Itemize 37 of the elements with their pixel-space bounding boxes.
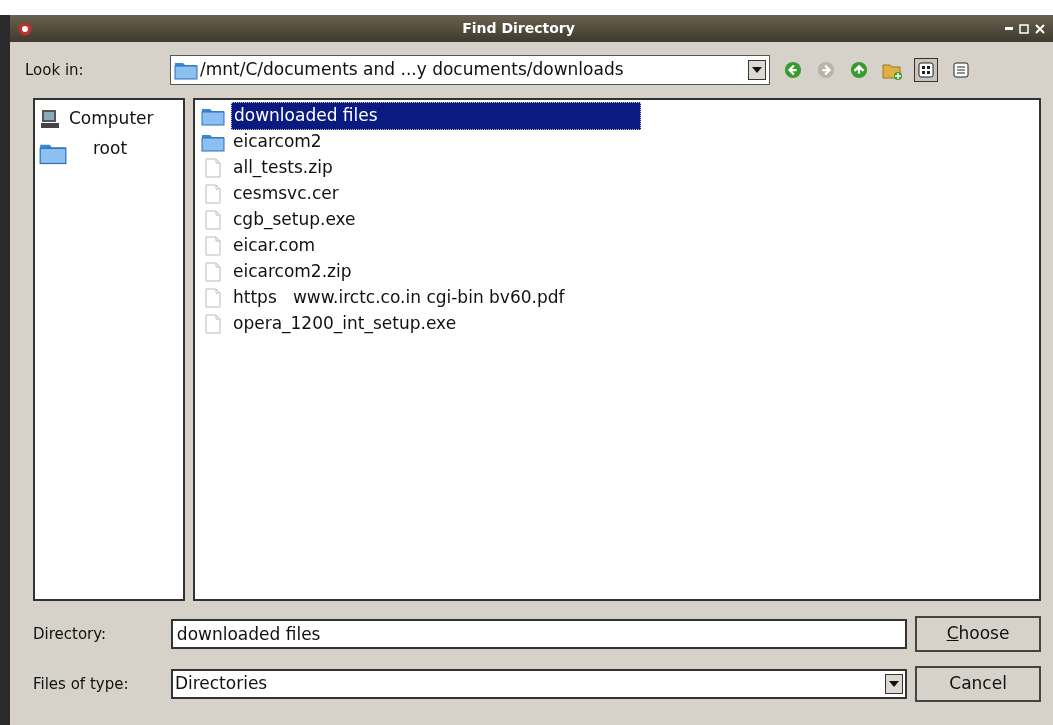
look-in-dropdown[interactable]: /mnt/C/documents and ...y documents/downloads (170, 55, 770, 85)
folder-icon (201, 132, 225, 152)
close-icon[interactable] (1035, 23, 1045, 34)
app-logo-icon (18, 21, 32, 36)
icon-view-button[interactable] (914, 58, 938, 82)
directory-field[interactable]: downloaded files (170, 619, 908, 649)
file-item[interactable]: downloaded files (231, 102, 641, 130)
file-item[interactable]: opera_1200_int_setup.exe (231, 311, 461, 337)
places-item[interactable]: Computer (39, 106, 183, 132)
dialog-button[interactable]: Cancel (915, 666, 1041, 702)
file-icon (205, 158, 221, 178)
file-item[interactable]: eicar.com (231, 233, 320, 259)
files-of-type-label: Files of type: (33, 673, 130, 695)
file-icon (205, 314, 221, 334)
look-in-label: Look in: (25, 59, 85, 81)
file-item[interactable]: cesmsvc.cer (231, 181, 343, 207)
folder-icon (174, 60, 198, 80)
up-button[interactable] (848, 59, 870, 81)
file-item[interactable]: cgb_setup.exe (231, 207, 360, 233)
file-icon (205, 210, 221, 230)
folder-icon (201, 106, 225, 126)
window-title: Find Directory (461, 19, 576, 38)
file-icon (205, 262, 221, 282)
directory-label: Directory: (33, 623, 108, 645)
file-item[interactable]: eicarcom2.zip (231, 259, 356, 285)
maximize-icon[interactable] (1019, 23, 1029, 34)
file-icon (205, 288, 221, 308)
places-item[interactable]: root (39, 136, 183, 162)
file-item[interactable]: https www.irctc.co.in cgi-bin bv60.pdf (231, 285, 569, 311)
computer-icon (39, 108, 61, 130)
file-icon (205, 236, 221, 256)
files-of-type-dropdown[interactable]: Directories (170, 669, 908, 699)
file-item[interactable]: eicarcom2 (231, 129, 326, 155)
dialog-button[interactable]: Choose (915, 616, 1041, 652)
file-icon (205, 184, 221, 204)
file-item[interactable]: all_tests.zip (231, 155, 337, 181)
back-button[interactable] (782, 59, 804, 81)
